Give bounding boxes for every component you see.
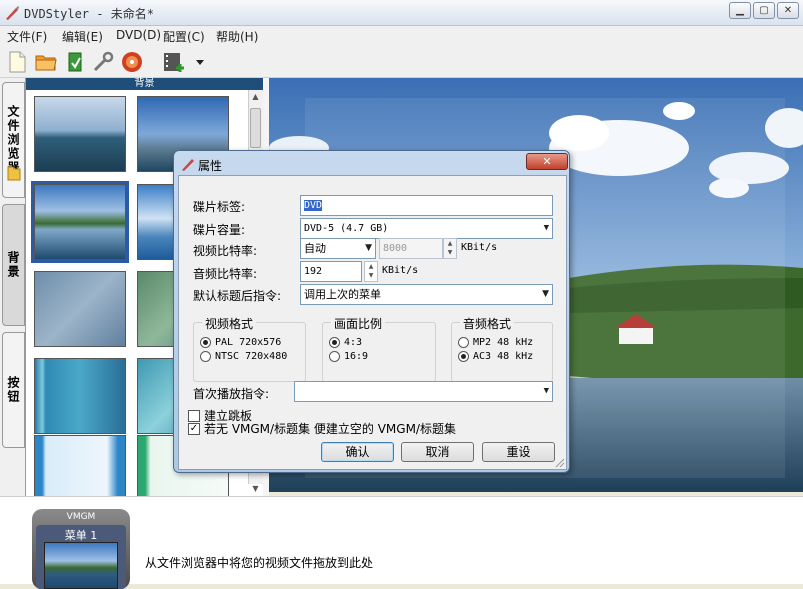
menu-config[interactable]: 配置(C) [163, 28, 205, 45]
audio-bitrate-unit: KBit/s [382, 265, 419, 276]
audio-format-group: 音频格式 MP2 48 kHz AC3 48 kHz [451, 315, 553, 382]
tab-backgrounds[interactable]: 背景 [2, 204, 25, 326]
chevron-down-icon: ▼ [365, 243, 372, 253]
video-bitrate-input[interactable]: 8000 [379, 238, 443, 259]
radio-dot [458, 337, 469, 348]
post-command-select[interactable]: 调用上次的菜单 ▼ [300, 284, 553, 305]
window-title: DVDStyler - 未命名* [24, 7, 154, 21]
app-icon [182, 159, 194, 171]
reset-button[interactable]: 重设 [482, 442, 555, 462]
create-vmgm-checkbox[interactable]: ✓ 若无 VMGM/标题集 便建立空的 VMGM/标题集 [188, 420, 456, 437]
toolbar [0, 46, 803, 78]
minimize-button[interactable]: ▁ [729, 2, 751, 19]
radio-16-9[interactable]: 16:9 [329, 351, 368, 362]
open-icon[interactable] [34, 50, 58, 74]
menu-bar: 文件(F) 编辑(E) DVD(D) 配置(C) 帮助(H) [0, 26, 803, 46]
vmgm-item[interactable]: VMGM 菜单 1 [32, 509, 130, 589]
audio-bitrate-input[interactable]: 192 [300, 261, 362, 282]
burn-icon[interactable] [120, 50, 144, 74]
resize-grip-icon[interactable] [553, 456, 565, 468]
dialog-close-button[interactable]: ✕ [526, 153, 568, 170]
checkmark-icon: ✓ [188, 422, 200, 435]
post-command-label: 默认标题后指令: [193, 289, 282, 303]
aspect-ratio-group: 画面比例 4:3 16:9 [322, 315, 436, 382]
sidebar-tabs: 文件浏览器 背景 按钮 [0, 78, 26, 496]
scroll-down-arrow-icon[interactable]: ▼ [248, 484, 263, 493]
settings-icon[interactable] [91, 50, 115, 74]
dialog-title: 属性 [198, 159, 223, 173]
disc-capacity-select[interactable]: DVD-5 (4.7 GB) ▼ [300, 218, 553, 239]
radio-dot [458, 351, 469, 362]
properties-dialog: 属性 ✕ 碟片标签: DVD 碟片容量: DVD-5 (4.7 GB) ▼ 视频比… [173, 150, 570, 473]
video-format-group: 视频格式 PAL 720x576 NTSC 720x480 [193, 315, 306, 382]
background-thumbnail[interactable] [34, 271, 126, 347]
ok-button[interactable]: 确认 [321, 442, 394, 462]
radio-pal[interactable]: PAL 720x576 [200, 337, 281, 348]
folder-icon [7, 166, 21, 181]
menu-file[interactable]: 文件(F) [7, 28, 47, 45]
menu-label: 菜单 1 [64, 529, 98, 542]
radio-ntsc[interactable]: NTSC 720x480 [200, 351, 287, 362]
title-bar: DVDStyler - 未命名* ▁ ▢ ✕ [0, 0, 803, 26]
tab-label: 按钮 [6, 376, 20, 404]
cancel-button[interactable]: 取消 [401, 442, 474, 462]
radio-dot [329, 351, 340, 362]
audio-format-title: 音频格式 [460, 315, 515, 332]
new-icon[interactable] [5, 50, 29, 74]
scroll-up-arrow-icon[interactable]: ▲ [248, 92, 263, 101]
menu-item-card[interactable]: 菜单 1 [36, 525, 126, 589]
radio-dot [200, 337, 211, 348]
menu-edit[interactable]: 编辑(E) [62, 28, 103, 45]
disc-label-label: 碟片标签: [193, 200, 246, 214]
drop-hint: 从文件浏览器中将您的视频文件拖放到此处 [145, 556, 374, 570]
radio-mp2[interactable]: MP2 48 kHz [458, 337, 533, 348]
radio-dot [329, 337, 340, 348]
tab-buttons[interactable]: 按钮 [2, 332, 25, 448]
maximize-button[interactable]: ▢ [753, 2, 775, 19]
video-format-title: 视频格式 [202, 315, 257, 332]
audio-bitrate-label: 音频比特率: [193, 267, 258, 281]
first-play-label: 首次播放指令: [193, 387, 270, 401]
tab-label: 背景 [6, 251, 20, 279]
chevron-down-icon: ▼ [542, 289, 549, 299]
aspect-ratio-title: 画面比例 [331, 315, 386, 332]
browser-header: 背景 [26, 78, 263, 90]
chevron-down-icon: ▼ [543, 386, 549, 396]
add-file-icon[interactable] [162, 50, 186, 74]
radio-4-3[interactable]: 4:3 [329, 337, 362, 348]
close-window-button[interactable]: ✕ [777, 2, 799, 19]
dialog-body: 碟片标签: DVD 碟片容量: DVD-5 (4.7 GB) ▼ 视频比特率: 自… [178, 175, 567, 470]
scrollbar-thumb[interactable] [250, 108, 261, 148]
menu-thumbnail [44, 542, 118, 589]
radio-dot [200, 351, 211, 362]
video-bitrate-spinner[interactable]: ▲ ▼ [443, 238, 457, 259]
video-bitrate-unit: KBit/s [461, 242, 498, 253]
chevron-down-icon: ▼ [543, 223, 549, 233]
app-icon [6, 6, 19, 20]
background-thumbnail[interactable] [31, 181, 129, 263]
save-icon[interactable] [63, 50, 87, 74]
audio-bitrate-spinner[interactable]: ▲ ▼ [364, 261, 378, 282]
titleset-panel: VMGM 菜单 1 从文件浏览器中将您的视频文件拖放到此处 [0, 496, 803, 589]
video-bitrate-label: 视频比特率: [193, 244, 258, 258]
disc-capacity-label: 碟片容量: [193, 223, 246, 237]
first-play-select[interactable]: ▼ [294, 381, 553, 402]
background-thumbnail[interactable] [34, 96, 126, 172]
radio-ac3[interactable]: AC3 48 kHz [458, 351, 533, 362]
disc-label-input[interactable]: DVD [300, 195, 553, 216]
menu-help[interactable]: 帮助(H) [216, 28, 258, 45]
dropdown-icon[interactable] [193, 50, 207, 74]
vmgm-label: VMGM [66, 512, 96, 522]
background-thumbnail[interactable] [34, 358, 126, 434]
menu-dvd[interactable]: DVD(D) [116, 28, 161, 42]
video-bitrate-mode-select[interactable]: 自动 ▼ [300, 238, 376, 259]
